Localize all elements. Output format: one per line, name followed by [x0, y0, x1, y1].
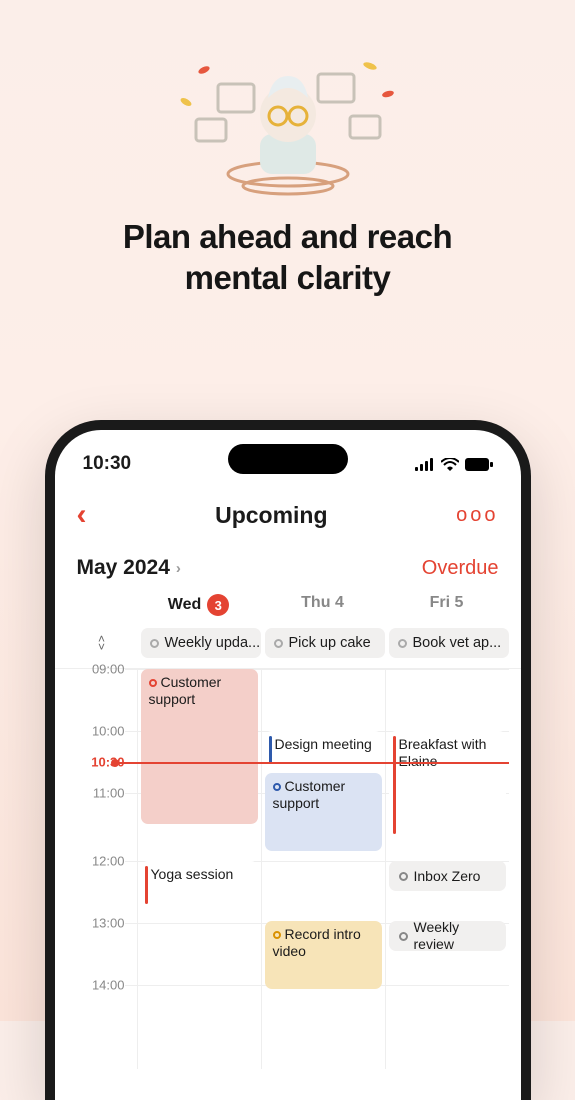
time-label: 12:00 [92, 854, 125, 869]
more-options-button[interactable]: ooo [456, 504, 498, 527]
day-headers: Wed 3 Thu 4 Fri 5 [55, 594, 521, 622]
time-label: 14:00 [92, 978, 125, 993]
calendar-event[interactable]: Customer support [141, 669, 258, 824]
day-column-fri[interactable]: Breakfast with Elaine Inbox Zero Weekly re… [385, 669, 509, 1069]
headline-line-1: Plan ahead and reach [123, 218, 452, 255]
back-button[interactable]: ‹ [77, 500, 87, 530]
calendar-event[interactable]: Weekly review [389, 921, 506, 951]
time-label: 09:00 [92, 662, 125, 677]
calendar-event[interactable]: Yoga session [141, 861, 258, 909]
hero-headline: Plan ahead and reach mental clarity [0, 216, 575, 299]
day-header-wed[interactable]: Wed 3 [137, 594, 261, 616]
calendar-event[interactable]: Breakfast with Elaine [389, 731, 506, 839]
navigation-bar: ‹ Upcoming ooo [55, 482, 521, 540]
expand-toggle[interactable]: ˄ ˅ [67, 635, 137, 652]
task-circle-icon [150, 639, 159, 648]
current-time-indicator [115, 762, 509, 764]
battery-icon [465, 458, 493, 471]
time-label: 11:00 [93, 786, 125, 801]
time-label: 10:00 [92, 724, 125, 739]
calendar-event[interactable]: Inbox Zero [389, 861, 506, 891]
month-header: May 2024 › Overdue [55, 540, 521, 594]
dynamic-island [228, 444, 348, 474]
phone-frame: 10:30 ‹ Upcoming ooo May 2024 › Overdue … [45, 420, 531, 1100]
hero-illustration [158, 24, 418, 204]
status-time: 10:30 [83, 453, 132, 475]
day-header-thu[interactable]: Thu 4 [261, 594, 385, 616]
calendar-event[interactable]: Record intro video [265, 921, 382, 989]
calendar-event[interactable]: Customer support [265, 773, 382, 851]
allday-task-fri[interactable]: Book vet ap... [389, 628, 509, 658]
time-column: 09:00 10:00 10:30 11:00 12:00 13:00 14:0… [67, 669, 137, 1069]
today-badge: 3 [207, 594, 229, 616]
task-circle-icon [274, 639, 283, 648]
day-column-wed[interactable]: Customer support Yoga session [137, 669, 261, 1069]
day-short: Wed [168, 596, 201, 614]
day-header-fri[interactable]: Fri 5 [385, 594, 509, 616]
cellular-icon [415, 458, 435, 471]
month-label-text: May 2024 [77, 556, 170, 580]
allday-task-wed[interactable]: Weekly upda... [141, 628, 261, 658]
time-label: 13:00 [92, 916, 125, 931]
page-title: Upcoming [215, 502, 327, 529]
calendar-grid[interactable]: 09:00 10:00 10:30 11:00 12:00 13:00 14:0… [55, 669, 521, 1069]
month-selector[interactable]: May 2024 › [77, 556, 181, 580]
wifi-icon [441, 458, 459, 471]
task-circle-icon [398, 639, 407, 648]
overdue-link[interactable]: Overdue [422, 557, 499, 580]
headline-line-2: mental clarity [185, 259, 391, 296]
hero-section: Plan ahead and reach mental clarity [0, 0, 575, 299]
chevron-right-icon: › [176, 560, 181, 577]
chevron-down-icon: ˅ [98, 643, 105, 651]
allday-task-thu[interactable]: Pick up cake [265, 628, 385, 658]
day-column-thu[interactable]: Design meetingCustomer supportRecord int… [261, 669, 385, 1069]
